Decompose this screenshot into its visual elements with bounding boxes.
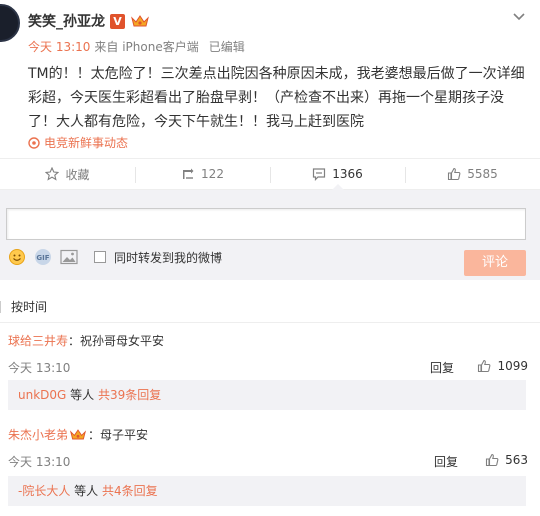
comment-composer: GIF 同时转发到我的微博 评论: [0, 190, 540, 280]
comment-user[interactable]: 球给三井寿: [8, 332, 68, 349]
image-icon[interactable]: [60, 248, 78, 266]
sub-reply-user[interactable]: -院长大人: [18, 484, 70, 498]
comment-user[interactable]: 朱杰小老弟: [8, 426, 68, 443]
sub-replies-link[interactable]: -院长大人 等人 共4条回复: [8, 476, 526, 506]
reply-button[interactable]: 回复: [434, 453, 458, 470]
vip-icon: V: [110, 13, 125, 29]
post-source: 来自 iPhone客户端: [94, 40, 199, 54]
sub-replies-link[interactable]: unkD0G 等人 共39条回复: [8, 380, 526, 410]
sort-divider-line: [0, 322, 540, 323]
sort-by-time[interactable]: 按时间: [11, 298, 47, 315]
favorite-label: 收藏: [65, 167, 90, 182]
sub-reply-middle: 等人: [70, 484, 102, 498]
comment-button[interactable]: 1366: [270, 159, 405, 190]
emoji-icon[interactable]: [8, 248, 26, 266]
action-bar: 收藏 122 1366 5585: [0, 158, 540, 190]
favorite-button[interactable]: 收藏: [0, 159, 135, 189]
comment-time: 今天 13:10: [8, 454, 71, 469]
comment-text: ：祝孙哥母女平安: [68, 334, 165, 348]
edited-label[interactable]: 已编辑: [209, 38, 245, 55]
comment-like-button[interactable]: 563: [485, 453, 528, 467]
thumb-up-icon: [478, 359, 491, 373]
post-meta: 今天 13:10 来自 iPhone客户端 已编辑: [28, 38, 245, 55]
star-icon: [45, 167, 60, 181]
sort-divider: [0, 300, 1, 313]
comment-time: 今天 13:10: [8, 360, 71, 375]
composer-tools: GIF 同时转发到我的微博: [8, 248, 222, 266]
comment-body: 朱杰小老弟 ：母子平安: [8, 426, 528, 443]
sub-reply-user[interactable]: unkD0G: [18, 388, 66, 402]
sub-reply-middle: 等人: [66, 388, 98, 402]
comment-meta: 今天 13:10 回复 1099: [8, 359, 528, 375]
sub-reply-count[interactable]: 共39条回复: [98, 388, 161, 402]
like-button[interactable]: 5585: [405, 159, 540, 189]
author-row: 笑笑_孙亚龙 V: [28, 11, 150, 31]
repost-icon: [183, 168, 194, 179]
repost-count: 122: [201, 167, 224, 181]
comment-like-count: 563: [505, 453, 528, 467]
comment-item: 球给三井寿 ：祝孙哥母女平安 今天 13:10 回复 1099: [8, 332, 528, 375]
avatar[interactable]: [0, 4, 20, 42]
comment-like-button[interactable]: 1099: [477, 359, 528, 373]
comment-like-count: 1099: [497, 359, 528, 373]
comment-meta: 今天 13:10 回复 563: [8, 453, 528, 469]
crown-icon: [130, 14, 150, 28]
comment-input[interactable]: [6, 208, 526, 240]
comment-count: 1366: [332, 167, 363, 181]
gif-icon[interactable]: GIF: [34, 248, 52, 266]
repost-button[interactable]: 122: [135, 159, 270, 189]
topic-link[interactable]: 电竞新鲜事动态: [28, 134, 128, 151]
post-header: 笑笑_孙亚龙 V 今天 13:10 来自 iPhone客户端 已编辑: [0, 0, 540, 58]
comment-text: ：母子平安: [88, 428, 149, 442]
topic-icon: [28, 136, 40, 149]
repost-checkbox[interactable]: [94, 251, 106, 263]
submit-comment-button[interactable]: 评论: [464, 250, 526, 276]
author-name[interactable]: 笑笑_孙亚龙: [28, 11, 105, 31]
sort-bar: 按时间: [0, 298, 47, 315]
post-time[interactable]: 今天 13:10: [28, 38, 90, 55]
comment-body: 球给三井寿 ：祝孙哥母女平安: [8, 332, 528, 349]
comment-item: 朱杰小老弟 ：母子平安 今天 13:10 回复 563: [8, 426, 528, 469]
thumb-up-icon: [486, 453, 499, 467]
crown-icon: [69, 429, 87, 440]
comment-icon: [313, 168, 326, 181]
chevron-down-icon[interactable]: [512, 10, 526, 24]
post-text: TM的！！太危险了！三次差点出院因各种原因未成，我老婆想最后做了一次详细彩超，今…: [28, 66, 525, 130]
svg-text:GIF: GIF: [36, 254, 49, 262]
reply-button[interactable]: 回复: [430, 359, 454, 376]
sub-reply-count[interactable]: 共4条回复: [102, 484, 158, 498]
thumb-up-icon: [448, 167, 461, 181]
like-count: 5585: [467, 167, 498, 181]
repost-checkbox-label: 同时转发到我的微博: [114, 250, 223, 265]
topic-label: 电竞新鲜事动态: [44, 136, 129, 150]
